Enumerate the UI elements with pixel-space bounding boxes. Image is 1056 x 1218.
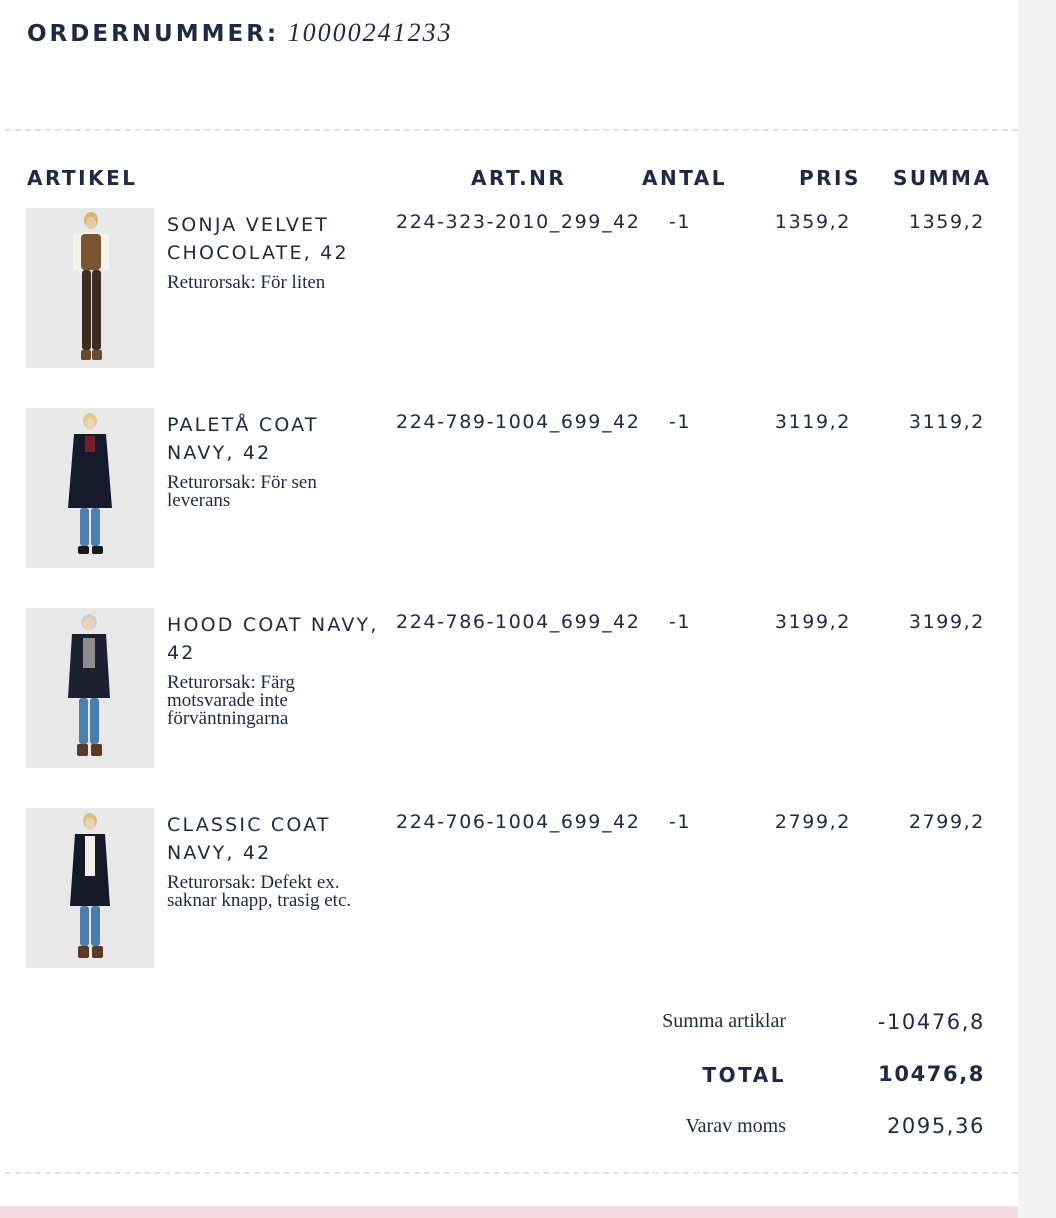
- quantity: -1: [668, 411, 692, 433]
- top-divider: [5, 129, 1018, 131]
- order-header: ORDERNUMMER: 10000241233: [27, 18, 453, 48]
- quantity: -1: [668, 811, 692, 833]
- article-number: 224-789-1004_699_42: [396, 411, 641, 433]
- product-name: CLASSIC COAT NAVY, 42: [167, 814, 331, 864]
- order-item-row: HOOD COAT NAVY, 42 Returorsak: Färg mots…: [0, 608, 1018, 768]
- product-image[interactable]: [26, 808, 154, 968]
- order-item-row: PALETÅ COAT NAVY, 42 Returorsak: För sen…: [0, 408, 1018, 568]
- column-header-article: ARTIKEL: [27, 166, 138, 190]
- product-name: PALETÅ COAT NAVY, 42: [167, 414, 319, 464]
- quantity: -1: [668, 611, 692, 633]
- column-header-sum: SUMMA: [893, 166, 992, 190]
- line-sum: 3199,2: [908, 611, 985, 633]
- return-reason: Returorsak: För sen leverans: [167, 472, 317, 511]
- order-number-label: ORDERNUMMER:: [27, 21, 280, 47]
- line-sum: 1359,2: [908, 211, 985, 233]
- unit-price: 3119,2: [774, 411, 851, 433]
- order-item-row: CLASSIC COAT NAVY, 42 Returorsak: Defekt…: [0, 808, 1018, 968]
- return-reason: Returorsak: Defekt ex. saknar knapp, tra…: [167, 872, 352, 911]
- product-image[interactable]: [26, 208, 154, 368]
- line-sum: 3119,2: [908, 411, 985, 433]
- vat-label: Varav moms: [685, 1115, 786, 1137]
- product-name: SONJA VELVET CHOCOLATE, 42: [167, 214, 349, 264]
- article-number: 224-706-1004_699_42: [396, 811, 641, 833]
- subtotal-value: -10476,8: [877, 1010, 985, 1034]
- model-hood-coat-photo-icon: [68, 614, 110, 756]
- order-item-row: SONJA VELVET CHOCOLATE, 42 Returorsak: F…: [0, 208, 1018, 368]
- product-image[interactable]: [26, 608, 154, 768]
- return-reason: Returorsak: Färg motsvarade inte förvänt…: [167, 672, 295, 729]
- model-brown-vest-photo-icon: [73, 212, 109, 360]
- line-sum: 2799,2: [908, 811, 985, 833]
- subtotal-label: Summa artiklar: [662, 1010, 786, 1032]
- column-header-art-nr: ART.NR: [471, 166, 567, 190]
- total-value: 10476,8: [878, 1062, 985, 1086]
- column-header-quantity: ANTAL: [642, 166, 728, 190]
- model-classic-coat-photo-icon: [70, 813, 110, 958]
- total-label: TOTAL: [702, 1063, 786, 1087]
- article-number: 224-323-2010_299_42: [396, 211, 641, 233]
- return-reason: Returorsak: För liten: [167, 272, 326, 293]
- model-navy-coat-photo-icon: [68, 413, 112, 554]
- unit-price: 1359,2: [774, 211, 851, 233]
- order-number-value: 10000241233: [287, 18, 453, 47]
- product-image[interactable]: [26, 408, 154, 568]
- footer-band: [0, 1206, 1018, 1218]
- article-number: 224-786-1004_699_42: [396, 611, 641, 633]
- product-name: HOOD COAT NAVY, 42: [167, 614, 379, 664]
- unit-price: 3199,2: [774, 611, 851, 633]
- unit-price: 2799,2: [774, 811, 851, 833]
- vat-value: 2095,36: [886, 1114, 985, 1138]
- order-receipt-panel: ORDERNUMMER: 10000241233 ARTIKEL ART.NR …: [0, 0, 1018, 1218]
- column-header-price: PRIS: [799, 166, 861, 190]
- bottom-divider: [5, 1172, 1018, 1174]
- quantity: -1: [668, 211, 692, 233]
